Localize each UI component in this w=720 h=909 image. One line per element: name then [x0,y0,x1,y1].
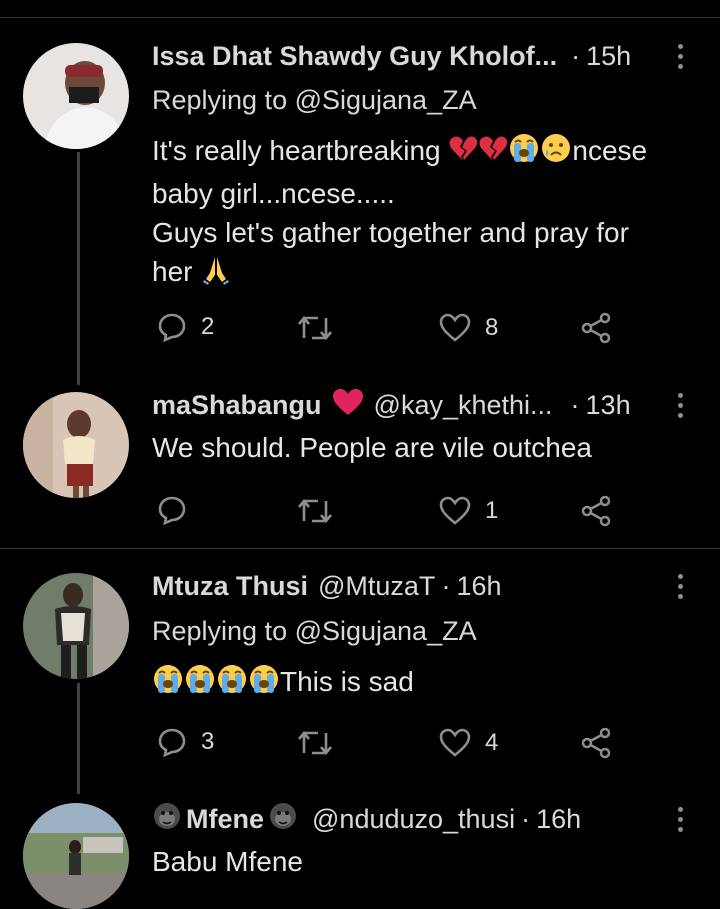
separator-dot: · [521,803,531,834]
tweet-header: Issa Dhat Shawdy Guy Kholof... · 15h [152,38,670,74]
folded-hands-emoji [200,253,232,295]
tweet-text-line: her [152,256,201,287]
retweet-button[interactable] [297,729,347,757]
thread-line [77,152,80,385]
more-options-icon[interactable] [668,568,692,604]
tweet-text-line: It's really heartbreaking [152,135,449,166]
separator-dot: · [571,40,581,71]
avatar[interactable] [23,392,129,498]
crying-face-emoji [540,132,572,174]
like-count: 8 [485,314,499,341]
heart-icon [439,313,471,342]
reply-icon [158,313,186,342]
like-button[interactable]: 8 [439,313,498,343]
display-name[interactable]: maShabangu [152,390,322,421]
tweet-text-line: baby girl...ncese..... [152,178,395,209]
tweet-text: We should. People are vile outchea [152,432,592,463]
timestamp[interactable]: 13h [586,390,631,421]
reply-button[interactable]: 3 [157,727,214,757]
reply-count: 2 [201,313,215,340]
tweet-header: Mtuza Thusi @MtuzaT · 16h [152,568,670,604]
retweet-icon [298,730,332,756]
retweet-icon [298,315,332,341]
share-icon [581,312,611,344]
display-name[interactable]: Mfene [186,804,264,835]
share-icon [581,495,611,527]
retweet-button[interactable] [297,497,347,525]
broken-heart-emoji [478,134,508,174]
tweet-header: maShabangu @kay_khethi... · 13h [152,387,670,423]
loudly-crying-face-emoji [248,663,280,705]
loudly-crying-face-emoji [152,663,184,705]
reply-count: 3 [201,728,215,755]
timestamp[interactable]: 16h [536,804,581,835]
broken-heart-emoji [448,134,478,174]
gorilla-emoji [152,801,182,838]
like-button[interactable]: 1 [439,496,498,526]
share-button[interactable] [580,495,612,527]
avatar[interactable] [23,573,129,679]
tweet-text: Babu Mfene [152,846,303,877]
display-name[interactable]: Issa Dhat Shawdy Guy Kholof... [152,41,557,72]
user-handle[interactable]: @MtuzaT [318,571,435,602]
more-options-icon[interactable] [668,387,692,423]
tweet-text: This is sad [152,662,692,705]
reply-icon [158,728,186,757]
user-handle[interactable]: @nduduzo_thusi [312,804,515,835]
share-icon [581,727,611,759]
loudly-crying-face-emoji [184,663,216,705]
loudly-crying-face-emoji [508,132,540,174]
top-divider [0,17,720,18]
tweet-text-line: Guys let's gather together and pray for [152,217,629,248]
reply-button[interactable] [157,495,201,525]
separator-dot: · [570,389,580,420]
gorilla-emoji [268,801,298,838]
separator-dot: · [441,570,451,601]
user-handle[interactable]: @kay_khethi... [374,390,553,421]
like-count: 1 [485,497,499,524]
tweet-text-line: ncese [572,135,648,166]
tweet-text-line: This is sad [280,666,414,697]
avatar[interactable] [23,43,129,149]
share-button[interactable] [580,727,612,759]
red-heart-emoji [332,388,364,423]
like-button[interactable]: 4 [439,728,498,758]
reply-icon [158,496,186,525]
timestamp[interactable]: 15h [586,41,631,72]
heart-icon [439,496,471,525]
loudly-crying-face-emoji [216,663,248,705]
timestamp[interactable]: 16h [456,571,501,602]
retweet-icon [298,498,332,524]
replying-to[interactable]: Replying to @Sigujana_ZA [152,85,477,116]
tweet-text: It's really heartbreaking ncese baby gir… [152,131,692,295]
thread-line [77,683,80,794]
more-options-icon[interactable] [668,38,692,74]
retweet-button[interactable] [297,314,347,342]
tweet-divider [0,548,720,549]
more-options-icon[interactable] [668,801,692,837]
reply-button[interactable]: 2 [157,312,214,342]
display-name[interactable]: Mtuza Thusi [152,571,308,602]
replying-to[interactable]: Replying to @Sigujana_ZA [152,616,477,647]
share-button[interactable] [580,312,612,344]
tweet-header: Mfene @nduduzo_thusi · 16h [152,801,670,837]
avatar[interactable] [23,803,129,909]
like-count: 4 [485,729,499,756]
heart-icon [439,728,471,757]
